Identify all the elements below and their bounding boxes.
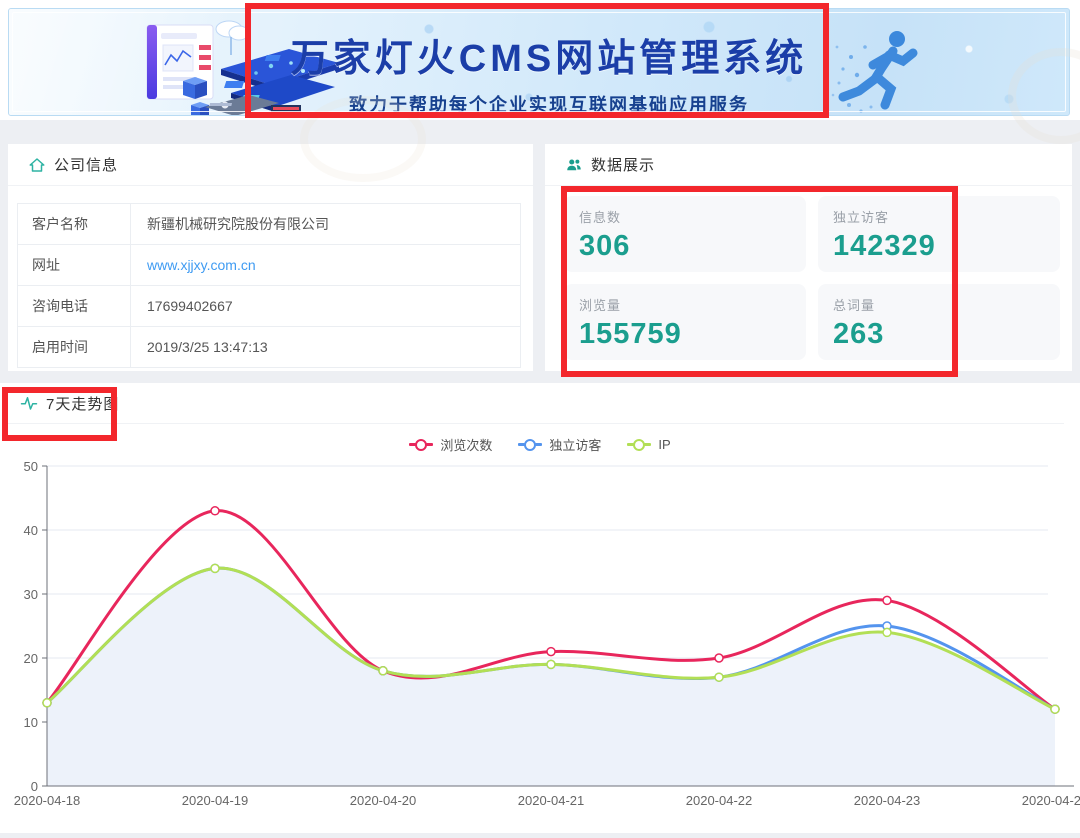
banner: 万家灯火CMS网站管理系统 致力于帮助每个企业实现互联网基础应用服务 <box>8 8 1070 116</box>
stat-card-info-count: 信息数 306 <box>564 196 806 272</box>
stat-label: 浏览量 <box>579 295 806 314</box>
company-info-panel: 公司信息 客户名称 新疆机械研究院股份有限公司 网址 www.xjjxy.com… <box>8 144 533 371</box>
data-point-0 <box>715 654 723 662</box>
row-label: 客户名称 <box>18 204 131 245</box>
data-point-0 <box>547 648 555 656</box>
users-icon <box>565 156 583 174</box>
customer-name-value: 新疆机械研究院股份有限公司 <box>131 204 521 245</box>
stat-card-unique-visitors: 独立访客 142329 <box>818 196 1060 272</box>
runner-illustration <box>831 17 941 116</box>
data-point-0 <box>883 596 891 604</box>
table-row: 客户名称 新疆机械研究院股份有限公司 <box>18 204 521 245</box>
row-label: 启用时间 <box>18 327 131 368</box>
stat-value: 155759 <box>579 318 806 351</box>
stat-label: 总词量 <box>833 295 1060 314</box>
trend-chart-panel: 7天走势图 浏览次数 独立访客 IP 0102030405020 <box>0 383 1080 833</box>
y-tick-label: 20 <box>24 651 38 666</box>
cloud-icon <box>216 21 249 55</box>
website-link[interactable]: www.xjjxy.com.cn <box>147 257 256 273</box>
stat-value: 142329 <box>833 230 1060 263</box>
y-tick-label: 30 <box>24 587 38 602</box>
x-tick-label: 2020-04-20 <box>350 793 417 808</box>
row-label: 咨询电话 <box>18 286 131 327</box>
data-point-2 <box>547 660 555 668</box>
stat-value: 306 <box>579 230 806 263</box>
x-tick-label: 2020-04-18 <box>14 793 81 808</box>
dashboard-page: 万家灯火CMS网站管理系统 致力于帮助每个企业实现互联网基础应用服务 <box>0 0 1080 838</box>
data-point-2 <box>1051 705 1059 713</box>
data-point-2 <box>715 673 723 681</box>
table-row: 咨询电话 17699402667 <box>18 286 521 327</box>
y-tick-label: 0 <box>31 779 38 794</box>
stats-panel-title: 数据展示 <box>591 154 655 175</box>
legend-marker <box>524 439 536 451</box>
data-point-2 <box>379 667 387 675</box>
x-tick-label: 2020-04-24 <box>1022 793 1080 808</box>
phone-value: 17699402667 <box>131 286 521 327</box>
data-point-2 <box>883 628 891 636</box>
banner-row: 万家灯火CMS网站管理系统 致力于帮助每个企业实现互联网基础应用服务 <box>0 0 1080 120</box>
table-row: 启用时间 2019/3/25 13:47:13 <box>18 327 521 368</box>
x-tick-label: 2020-04-21 <box>518 793 585 808</box>
row-label: 网址 <box>18 245 131 286</box>
data-point-0 <box>211 507 219 515</box>
data-display-panel: 数据展示 信息数 306 独立访客 142329 浏览量 155759 总词量 … <box>545 144 1072 371</box>
legend-marker <box>633 439 645 451</box>
stat-value: 263 <box>833 318 1060 351</box>
table-row: 网址 www.xjjxy.com.cn <box>18 245 521 286</box>
legend-marker <box>415 439 427 451</box>
data-point-2 <box>43 699 51 707</box>
x-tick-label: 2020-04-22 <box>686 793 753 808</box>
y-tick-label: 10 <box>24 715 38 730</box>
x-tick-label: 2020-04-23 <box>854 793 921 808</box>
trend-chart-canvas: 0 10 20 30 40 50 2020-04-18 2020-04-19 2020-04-2… <box>0 383 1080 833</box>
enable-time-value: 2019/3/25 13:47:13 <box>131 327 521 368</box>
app-subtitle: 致力于帮助每个企业实现互联网基础应用服务 <box>269 91 829 116</box>
y-tick-label: 40 <box>24 523 38 538</box>
stat-card-page-views: 浏览量 155759 <box>564 284 806 360</box>
x-tick-label: 2020-04-19 <box>182 793 249 808</box>
website-value: www.xjjxy.com.cn <box>131 245 521 286</box>
company-panel-title: 公司信息 <box>54 154 118 175</box>
stat-label: 信息数 <box>579 207 806 226</box>
stat-label: 独立访客 <box>833 207 1060 226</box>
stats-panel-header: 数据展示 <box>545 144 1072 186</box>
data-point-2 <box>211 564 219 572</box>
company-info-table: 客户名称 新疆机械研究院股份有限公司 网址 www.xjjxy.com.cn 咨… <box>17 203 521 368</box>
stat-card-total-words: 总词量 263 <box>818 284 1060 360</box>
banner-text: 万家灯火CMS网站管理系统 致力于帮助每个企业实现互联网基础应用服务 <box>269 27 829 116</box>
app-title: 万家灯火CMS网站管理系统 <box>269 27 829 82</box>
area-fill <box>47 568 1055 786</box>
y-tick-label: 50 <box>24 459 38 474</box>
company-panel-header: 公司信息 <box>8 144 533 186</box>
home-icon <box>28 156 46 174</box>
